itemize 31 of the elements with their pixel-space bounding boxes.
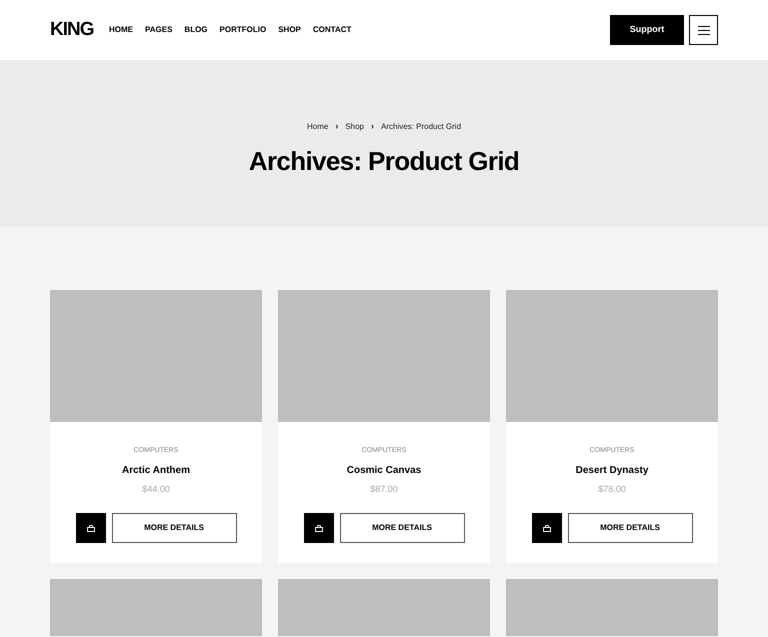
shopping-bag-icon <box>314 524 322 532</box>
menu-icon <box>698 26 710 34</box>
support-button[interactable]: Support <box>610 15 684 45</box>
nav-link[interactable]: PORTFOLIO <box>220 24 266 36</box>
shopping-bag-icon <box>86 524 94 532</box>
add-to-cart-button[interactable] <box>304 513 334 543</box>
more-details-button[interactable]: MORE DETAILS <box>112 513 236 543</box>
product-price: $87.00 <box>370 482 398 496</box>
breadcrumb-separator: › <box>335 120 338 133</box>
nav-link[interactable]: HOME <box>109 24 133 36</box>
nav-link[interactable]: SHOP <box>278 24 301 36</box>
breadcrumb-separator: › <box>371 120 374 133</box>
breadcrumb-link[interactable]: Home <box>306 120 328 133</box>
add-to-cart-button[interactable] <box>76 513 106 543</box>
more-details-button[interactable]: MORE DETAILS <box>340 513 464 543</box>
product-name[interactable]: Arctic Anthem <box>122 462 190 478</box>
more-details-button[interactable]: MORE DETAILS <box>568 513 692 543</box>
add-to-cart-button[interactable] <box>532 513 562 543</box>
nav-link[interactable]: PAGES <box>145 24 172 36</box>
logo[interactable]: KING <box>50 19 95 41</box>
breadcrumb-current: Archives: Product Grid <box>381 120 462 133</box>
product-name[interactable]: Desert Dynasty <box>576 462 648 478</box>
shopping-bag-icon <box>542 524 550 532</box>
product-name[interactable]: Cosmic Canvas <box>346 462 422 478</box>
page-title: Archives: Product Grid <box>248 144 520 178</box>
menu-button[interactable] <box>689 15 718 45</box>
breadcrumb-link[interactable]: Shop <box>345 120 364 133</box>
nav-link[interactable]: BLOG <box>184 24 208 36</box>
nav-link[interactable]: CONTACT <box>312 24 352 36</box>
product-price: $78.00 <box>598 482 626 496</box>
product-price: $44.00 <box>142 482 170 496</box>
